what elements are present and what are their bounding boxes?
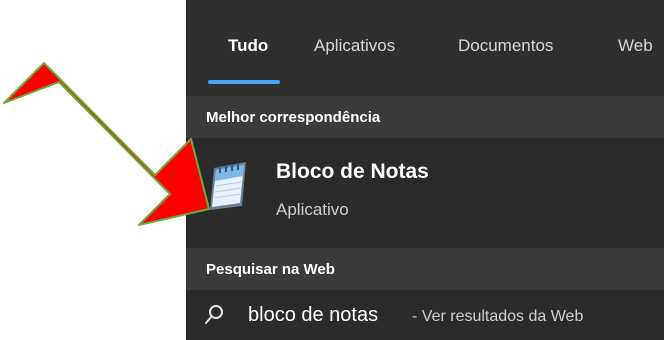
notepad-icon: [206, 158, 250, 210]
tab-aplicativos[interactable]: Aplicativos: [314, 36, 395, 56]
web-results-suffix: - Ver resultados da Web: [412, 308, 584, 325]
tab-tudo[interactable]: Tudo: [228, 36, 268, 56]
tab-documentos[interactable]: Documentos: [458, 36, 553, 56]
search-icon: [204, 304, 224, 326]
search-tabs: Tudo Aplicativos Documentos Web: [186, 0, 664, 96]
app-type: Aplicativo: [276, 200, 349, 219]
tab-web[interactable]: Web: [618, 36, 653, 56]
app-title: Bloco de Notas: [276, 160, 429, 183]
web-query-text: bloco de notas: [248, 304, 379, 326]
best-match-header: Melhor correspondência: [186, 96, 664, 138]
web-search-header: Pesquisar na Web: [186, 248, 664, 290]
search-panel: Tudo Aplicativos Documentos Web Melhor c…: [186, 0, 664, 340]
best-match-result[interactable]: Bloco de Notas Aplicativo: [186, 138, 664, 242]
active-tab-indicator: [208, 80, 280, 84]
web-search-result[interactable]: bloco de notas - Ver resultados da Web: [186, 290, 664, 340]
